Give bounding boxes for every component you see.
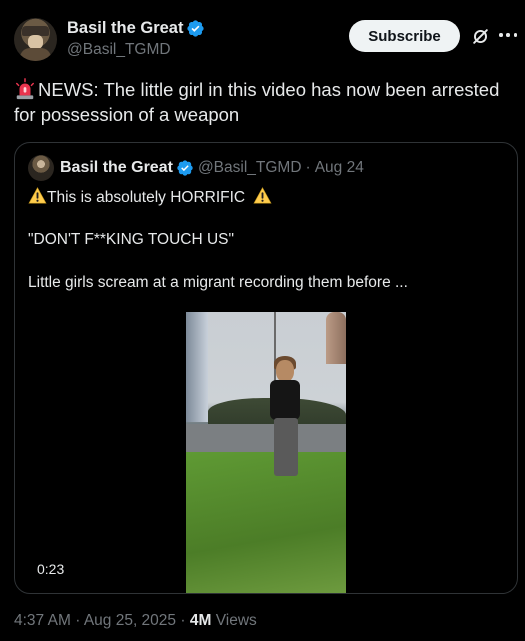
quoted-author-avatar	[28, 155, 54, 181]
quoted-tweet[interactable]: Basil the Great @Basil_TGMD · Aug 24 Thi…	[14, 142, 518, 594]
separator-dot: ·	[180, 612, 186, 629]
tweet-metadata: 4:37 AM · Aug 25, 2025 · 4M Views	[14, 612, 257, 630]
post-date[interactable]: Aug 25, 2025	[84, 612, 176, 629]
warning-icon	[28, 187, 47, 204]
quoted-line-1-text: This is absolutely HORRIFIC	[47, 189, 246, 206]
tweet-body: NEWS: The little girl in this video has …	[14, 79, 500, 125]
quoted-line-2: "DON'T F**KING TOUCH US"	[28, 231, 235, 248]
more-icon[interactable]	[499, 26, 517, 44]
quoted-line-1: This is absolutely HORRIFIC	[28, 187, 272, 207]
siren-icon	[16, 78, 34, 100]
subscribe-button[interactable]: Subscribe	[349, 20, 460, 52]
quoted-author-handle: @Basil_TGMD	[197, 159, 302, 176]
author-avatar[interactable]	[14, 18, 57, 61]
quoted-author-display-name: Basil the Great	[60, 159, 173, 176]
author-name-row[interactable]: Basil the Great	[67, 19, 205, 38]
quoted-tweet-date: Aug 24	[314, 159, 364, 176]
quoted-line-3: Little girls scream at a migrant recordi…	[28, 274, 408, 291]
author-display-name[interactable]: Basil the Great	[67, 19, 183, 38]
separator-dot: ·	[305, 159, 311, 176]
verified-badge-icon	[187, 20, 205, 37]
separator-dot: ·	[75, 612, 81, 629]
quoted-tweet-header: Basil the Great @Basil_TGMD · Aug 24	[28, 155, 364, 181]
warning-icon	[253, 187, 272, 204]
tweet-header: Basil the Great @Basil_TGMD Subscribe	[14, 18, 517, 64]
author-handle[interactable]: @Basil_TGMD	[67, 41, 171, 59]
verified-badge-icon	[177, 160, 193, 176]
quoted-video-thumbnail[interactable]	[186, 312, 346, 593]
views-count: 4M	[189, 612, 212, 629]
views-label: Views	[215, 612, 257, 629]
tweet-text: NEWS: The little girl in this video has …	[14, 77, 514, 127]
grok-icon[interactable]	[471, 27, 490, 46]
video-duration: 0:23	[37, 561, 65, 577]
post-time[interactable]: 4:37 AM	[14, 612, 71, 629]
